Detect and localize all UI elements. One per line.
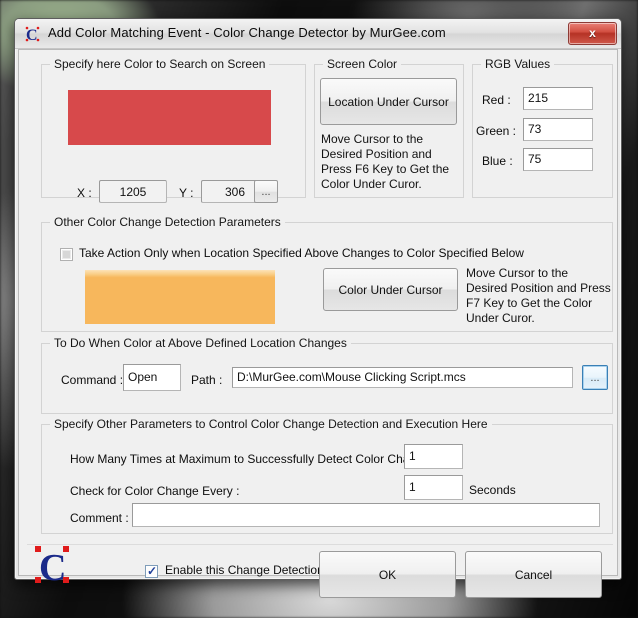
interval-units-label: Seconds [469, 483, 516, 497]
green-value-input[interactable]: 73 [523, 118, 593, 141]
enable-change-detection-checkbox[interactable]: ✓ [145, 565, 158, 578]
path-label: Path : [191, 373, 223, 387]
red-value-input[interactable]: 215 [523, 87, 593, 110]
interval-label: Check for Color Change Every : [70, 484, 240, 498]
dialog-window: C Add Color Matching Event - Color Chang… [14, 18, 622, 598]
comment-label: Comment : [70, 511, 129, 525]
murgee-c-logo-icon: C [23, 24, 43, 44]
command-input[interactable]: Open [123, 364, 181, 391]
red-label: Red : [482, 93, 511, 107]
path-browse-button[interactable]: ... [582, 365, 608, 390]
enable-change-detection-label: Enable this Change Detection [165, 563, 324, 577]
path-input[interactable]: D:\MurGee.com\Mouse Clicking Script.mcs [232, 367, 573, 388]
screen-color-group-legend: Screen Color [323, 57, 402, 71]
control-params-group-legend: Specify Other Parameters to Control Colo… [50, 417, 492, 431]
interval-input[interactable]: 1 [404, 475, 463, 500]
take-action-checkbox[interactable] [60, 248, 73, 261]
blue-label: Blue : [482, 154, 513, 168]
y-coordinate-label: Y : [179, 186, 194, 200]
footer-divider [27, 544, 613, 545]
max-detect-input[interactable]: 1 [404, 444, 463, 469]
close-button[interactable]: x [568, 22, 617, 45]
command-label: Command : [61, 373, 124, 387]
dialog-client-area: Specify here Color to Search on Screen X… [18, 49, 618, 598]
max-detect-label: How Many Times at Maximum to Successfull… [70, 452, 437, 466]
x-coordinate-label: X : [77, 186, 92, 200]
title-bar: C Add Color Matching Event - Color Chang… [15, 19, 621, 49]
screen-color-help-text: Move Cursor to the Desired Position and … [321, 132, 450, 191]
target-color-help-text: Move Cursor to the Desired Position and … [466, 266, 611, 325]
comment-input[interactable] [132, 503, 600, 527]
pick-location-browse-button[interactable]: ... [254, 180, 278, 203]
svg-text:C: C [26, 27, 38, 44]
todo-group-legend: To Do When Color at Above Defined Locati… [50, 336, 351, 350]
ok-button[interactable]: OK [319, 551, 456, 598]
other-params-group-legend: Other Color Change Detection Parameters [50, 215, 285, 229]
search-color-group-legend: Specify here Color to Search on Screen [50, 57, 270, 71]
search-color-swatch[interactable] [68, 90, 271, 145]
window-title: Add Color Matching Event - Color Change … [48, 25, 446, 40]
murgee-c-logo-icon: C [33, 544, 77, 590]
target-color-swatch[interactable] [85, 270, 275, 324]
blue-value-input[interactable]: 75 [523, 148, 593, 171]
location-under-cursor-button[interactable]: Location Under Cursor [320, 78, 457, 125]
cancel-button[interactable]: Cancel [465, 551, 602, 598]
x-coordinate-input[interactable]: 1205 [99, 180, 167, 203]
green-label: Green : [476, 124, 517, 138]
color-under-cursor-button[interactable]: Color Under Cursor [323, 268, 458, 311]
take-action-checkbox-label: Take Action Only when Location Specified… [79, 246, 524, 260]
rgb-values-group-legend: RGB Values [481, 57, 555, 71]
svg-text:C: C [39, 547, 66, 589]
